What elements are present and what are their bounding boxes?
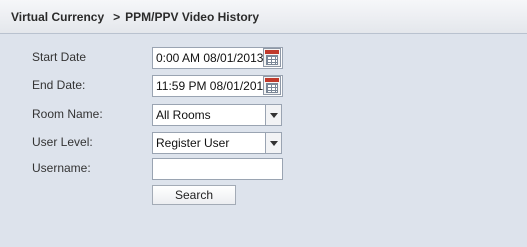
user-level-selected: Register User [156,136,230,150]
start-date-row: Start Date 0:00 AM 08/01/2013 [0,47,527,69]
username-input[interactable] [152,158,283,180]
room-name-label: Room Name: [32,107,103,121]
user-level-row: User Level: Register User [0,132,527,154]
end-date-row: End Date: 11:59 PM 08/01/2013 [0,75,527,97]
search-button[interactable]: Search [152,185,236,205]
chevron-down-icon[interactable] [265,133,281,153]
page-title: Virtual Currency [11,9,105,24]
room-name-row: Room Name: All Rooms [0,104,527,126]
room-name-select[interactable]: All Rooms [152,104,282,126]
username-row: Username: [0,158,527,180]
end-date-label: End Date: [32,78,86,92]
start-date-value: 0:00 AM 08/01/2013 [156,51,264,65]
breadcrumb-separator: > [113,9,121,24]
page-header: Virtual Currency > PPM/PPV Video History [0,0,527,34]
username-label: Username: [32,161,91,175]
user-level-label: User Level: [32,135,93,149]
calendar-icon[interactable] [263,76,281,95]
calendar-icon[interactable] [263,48,281,67]
room-name-selected: All Rooms [156,108,211,122]
user-level-select[interactable]: Register User [152,132,282,154]
start-date-label: Start Date [32,50,87,64]
chevron-down-icon[interactable] [265,105,281,125]
search-form: Start Date 0:00 AM 08/01/2013 End Date: … [0,35,527,247]
page-subtitle: PPM/PPV Video History [125,9,259,24]
end-date-value: 11:59 PM 08/01/2013 [156,79,270,93]
